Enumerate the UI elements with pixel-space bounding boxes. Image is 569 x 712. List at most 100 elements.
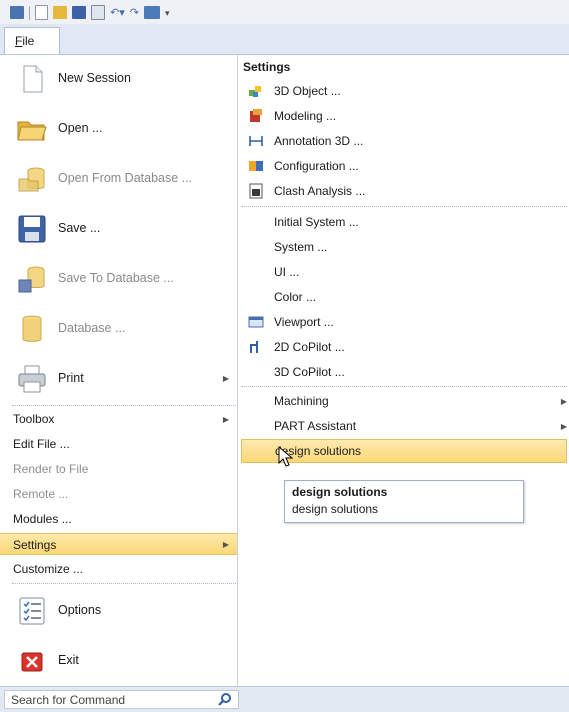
panel-title: Settings — [243, 60, 291, 74]
edit-file-label: Edit File ... — [13, 437, 70, 451]
redo-icon[interactable]: ↷ — [130, 7, 139, 19]
save-disk-icon[interactable] — [72, 6, 86, 19]
save-to-database-icon — [18, 266, 45, 293]
ribbon-tab-strip: File — [0, 24, 569, 55]
exit-item[interactable]: Exit — [0, 639, 237, 683]
search-placeholder: Search for Command — [11, 693, 126, 707]
customize-label: Customize ... — [13, 562, 84, 576]
exit-label: Exit — [58, 653, 79, 667]
quick-access-toolbar: ↶▾ ↷ ▾ — [0, 0, 569, 24]
render-to-file-label: Render to File — [13, 462, 89, 476]
divider — [12, 583, 236, 584]
submenu-arrow-icon: ▶ — [560, 422, 567, 431]
print-preview-icon[interactable] — [91, 5, 105, 20]
open-label: Open ... — [58, 121, 103, 135]
settings-item-label: Configuration ... — [274, 159, 359, 173]
customize-item[interactable]: Customize ... — [0, 558, 237, 580]
settings-label: Settings — [13, 538, 57, 552]
modeling-icon — [250, 109, 262, 122]
settings-item[interactable]: Settings ▶ — [0, 533, 237, 555]
configuration-icon — [249, 161, 263, 171]
new-document-icon[interactable] — [35, 5, 48, 20]
settings-item-configuration[interactable]: Configuration ... — [239, 154, 569, 178]
modules-item[interactable]: Modules ... — [0, 508, 237, 530]
remote-item[interactable]: Remote ... — [0, 483, 237, 505]
settings-item-label: Modeling ... — [274, 109, 337, 123]
settings-item-modeling[interactable]: Modeling ... — [239, 104, 569, 128]
settings-item-label: Initial System ... — [274, 215, 359, 229]
open-item[interactable]: Open ... — [0, 107, 237, 151]
database-folder-icon — [18, 167, 45, 192]
tooltip-title: design solutions — [292, 485, 388, 499]
open-folder-icon[interactable] — [53, 6, 67, 19]
settings-item-label: Annotation 3D ... — [274, 134, 364, 148]
bottom-bar: Search for Command — [0, 686, 569, 712]
command-search-input[interactable]: Search for Command — [4, 690, 239, 709]
settings-item-machining[interactable]: Machining ▶ — [239, 389, 569, 413]
undo-icon[interactable]: ↶▾ — [110, 7, 125, 19]
2d-copilot-icon — [250, 341, 258, 353]
settings-item-label: 2D CoPilot ... — [274, 340, 345, 354]
search-icon[interactable] — [218, 692, 232, 706]
options-item[interactable]: Options — [0, 589, 237, 633]
settings-item-3d-copilot[interactable]: 3D CoPilot ... — [239, 360, 569, 384]
toolbox-label: Toolbox — [13, 412, 55, 426]
save-disk-icon — [18, 215, 46, 243]
toolbox-item[interactable]: Toolbox ▶ — [0, 408, 237, 430]
save-item[interactable]: Save ... — [0, 207, 237, 251]
save-to-database-label: Save To Database ... — [58, 271, 174, 285]
divider — [241, 206, 567, 207]
submenu-arrow-icon: ▶ — [560, 397, 567, 406]
clash-analysis-icon — [249, 183, 263, 199]
mouse-cursor-icon — [278, 446, 294, 467]
options-list-icon — [19, 597, 45, 625]
print-item[interactable]: Print ▶ — [0, 357, 237, 401]
open-from-database-label: Open From Database ... — [58, 171, 193, 185]
viewport-icon — [248, 316, 264, 328]
modules-label: Modules ... — [13, 512, 72, 526]
app-menu-icon[interactable] — [10, 6, 24, 19]
exit-close-icon — [21, 652, 43, 672]
settings-item-label: 3D CoPilot ... — [274, 365, 345, 379]
tooltip: design solutions design solutions — [284, 480, 524, 523]
render-to-file-item[interactable]: Render to File — [0, 458, 237, 480]
settings-item-initial-system[interactable]: Initial System ... — [239, 210, 569, 234]
settings-item-ui[interactable]: UI ... — [239, 260, 569, 284]
settings-item-label: Clash Analysis ... — [274, 184, 366, 198]
settings-item-annotation-3d[interactable]: Annotation 3D ... — [239, 129, 569, 153]
settings-item-label: System ... — [274, 240, 328, 254]
edit-file-item[interactable]: Edit File ... — [0, 433, 237, 455]
settings-submenu-panel: Settings 3D Object ... Modeling ... Anno… — [239, 55, 569, 686]
settings-item-color[interactable]: Color ... — [239, 285, 569, 309]
settings-item-viewport[interactable]: Viewport ... — [239, 310, 569, 334]
settings-item-label: Color ... — [274, 290, 317, 304]
settings-item-clash-analysis[interactable]: Clash Analysis ... — [239, 179, 569, 203]
print-label: Print — [58, 371, 84, 385]
open-from-database-item[interactable]: Open From Database ... — [0, 157, 237, 201]
database-label: Database ... — [58, 321, 126, 335]
save-to-database-item[interactable]: Save To Database ... — [0, 257, 237, 301]
database-item[interactable]: Database ... — [0, 307, 237, 351]
blank-document-icon — [23, 65, 43, 93]
settings-item-3d-object[interactable]: 3D Object ... — [239, 79, 569, 103]
submenu-arrow-icon: ▶ — [222, 374, 229, 383]
annotation-dimension-icon — [249, 136, 263, 146]
settings-item-system[interactable]: System ... — [239, 235, 569, 259]
customize-tool-icon[interactable] — [143, 6, 160, 19]
new-session-item[interactable]: New Session — [0, 57, 237, 101]
settings-item-label: PART Assistant — [274, 419, 357, 433]
file-tab[interactable]: File — [4, 27, 60, 54]
file-menu-left-column: New Session Open ... Open From Database … — [0, 55, 238, 686]
3d-object-icon — [249, 86, 261, 97]
printer-icon — [18, 365, 46, 393]
new-session-label: New Session — [58, 71, 131, 85]
settings-item-part-assistant[interactable]: PART Assistant ▶ — [239, 414, 569, 438]
tooltip-description: design solutions — [292, 502, 379, 516]
qat-dropdown-icon[interactable]: ▾ — [165, 8, 170, 18]
divider — [12, 405, 236, 406]
submenu-arrow-icon: ▶ — [222, 540, 229, 549]
database-icon — [22, 315, 42, 342]
remote-label: Remote ... — [13, 487, 69, 501]
settings-item-2d-copilot[interactable]: 2D CoPilot ... — [239, 335, 569, 359]
open-folder-icon — [17, 121, 47, 141]
